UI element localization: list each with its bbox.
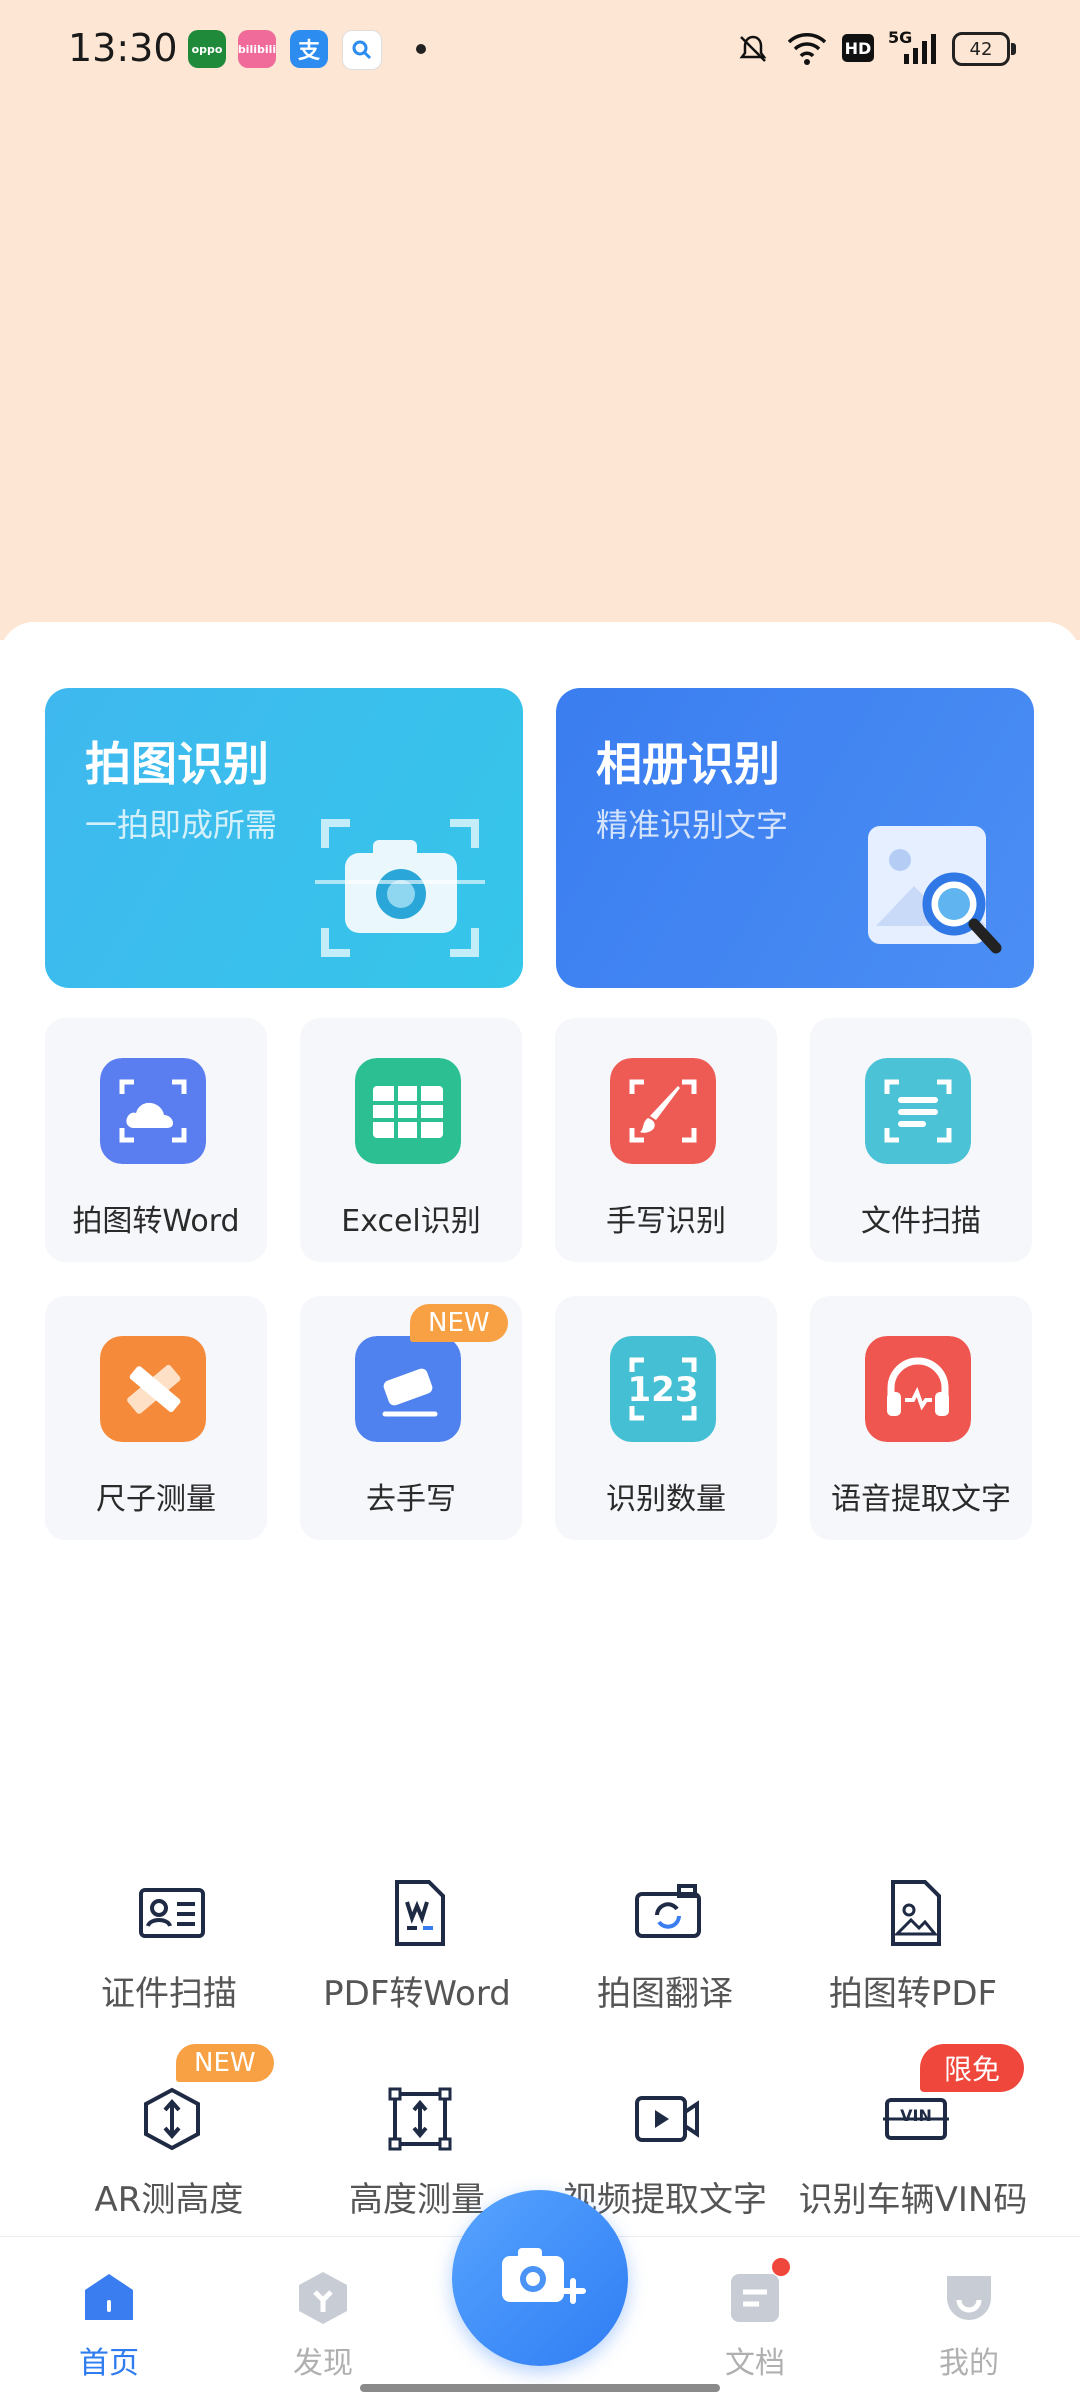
tool-id-scan[interactable]: 证件扫描: [34, 1880, 304, 2050]
tool-label: 证件扫描: [101, 1974, 237, 2014]
document-icon: [731, 2274, 779, 2322]
table-icon: [355, 1058, 461, 1164]
tool-label: 拍图翻译: [597, 1974, 733, 2014]
tool-label: PDF转Word: [323, 1974, 511, 2014]
tile-label: 识别数量: [606, 1482, 726, 1517]
tile-file-scan[interactable]: 文件扫描: [810, 1018, 1032, 1262]
nav-home[interactable]: 首页: [44, 2270, 174, 2390]
card-subtitle: 一拍即成所需: [85, 806, 278, 844]
card-subtitle: 精准识别文字: [596, 806, 789, 844]
card-title: 相册识别: [596, 737, 780, 791]
notification-dot: [416, 44, 426, 54]
tile-label: Excel识别: [341, 1204, 481, 1239]
card-title: 拍图识别: [85, 737, 269, 791]
camera-translate-icon: [635, 1884, 701, 1938]
tool-label: 识别车辆VIN码: [798, 2180, 1028, 2220]
documents-notification-dot: [772, 2258, 790, 2276]
tile-voice-to-text[interactable]: 语音提取文字: [810, 1296, 1032, 1540]
tile-label: 文件扫描: [861, 1204, 981, 1239]
tile-label: 尺子测量: [96, 1482, 216, 1517]
photo-recognition-card[interactable]: 拍图识别 一拍即成所需: [45, 688, 523, 988]
tile-handwriting-recognition[interactable]: 手写识别: [555, 1018, 777, 1262]
tool-label: 拍图转PDF: [828, 1974, 998, 2014]
discover-hexagon-icon: [299, 2272, 347, 2324]
tile-photo-to-word[interactable]: 拍图转Word: [45, 1018, 267, 1262]
height-measure-icon: [388, 2087, 452, 2151]
tool-vin-recognition[interactable]: VIN 识别车辆VIN码: [778, 2086, 1048, 2256]
nav-profile[interactable]: 我的: [904, 2270, 1034, 2390]
mute-bell-icon: [739, 35, 767, 62]
status-time: 13:30: [68, 26, 178, 70]
tool-photo-to-pdf[interactable]: 拍图转PDF: [778, 1880, 1048, 2050]
bilibili-app-icon: bilibili: [238, 30, 276, 68]
album-search-icon: [868, 826, 1002, 954]
album-recognition-card[interactable]: 相册识别 精准识别文字: [556, 688, 1034, 988]
tool-ar-height[interactable]: AR测高度: [34, 2086, 304, 2256]
nav-label: 首页: [79, 2346, 139, 2381]
camera-plus-icon: [502, 2248, 586, 2304]
nav-discover[interactable]: 发现: [258, 2270, 388, 2390]
home-indicator[interactable]: [360, 2384, 720, 2392]
image-file-icon: [891, 1880, 941, 1946]
new-badge: NEW: [410, 1304, 508, 1342]
alipay-app-icon: 支: [290, 30, 328, 68]
signal-icon: [904, 34, 936, 64]
id-card-icon: [139, 1888, 205, 1938]
nav-label: 文档: [725, 2346, 785, 2381]
oppo-app-icon: oppo: [188, 30, 226, 68]
tool-photo-translate[interactable]: 拍图翻译: [530, 1880, 800, 2050]
document-scan-icon: [865, 1058, 971, 1164]
tile-excel-recognition[interactable]: Excel识别: [300, 1018, 522, 1262]
tool-label: AR测高度: [94, 2180, 244, 2220]
new-badge: NEW: [176, 2044, 274, 2082]
ar-cube-icon: [144, 2087, 200, 2151]
video-icon: [635, 2096, 699, 2142]
tool-pdf-to-word[interactable]: PDF转Word: [282, 1880, 552, 2050]
hd-icon: HD: [842, 34, 874, 62]
tile-label: 语音提取文字: [831, 1482, 1011, 1517]
status-bar: 13:30 oppo bilibili 支 HD 5G 42: [0, 0, 1080, 100]
tile-count-recognition[interactable]: 123 识别数量: [555, 1296, 777, 1540]
scan-camera-button[interactable]: [452, 2190, 628, 2366]
tile-label: 去手写: [366, 1482, 456, 1517]
count-123-icon: 123: [610, 1336, 716, 1442]
tile-ruler-measure[interactable]: 尺子测量: [45, 1296, 267, 1540]
headphones-icon: [865, 1336, 971, 1442]
ruler-pencil-icon: [100, 1336, 206, 1442]
vin-scan-icon: VIN: [883, 2086, 949, 2152]
nav-label: 发现: [293, 2346, 353, 2381]
home-icon: [85, 2274, 133, 2320]
brush-icon: [610, 1058, 716, 1164]
profile-smile-icon: [947, 2276, 991, 2320]
wifi-icon: [787, 33, 827, 65]
nav-label: 我的: [939, 2346, 999, 2381]
nav-documents[interactable]: 文档: [690, 2270, 820, 2390]
cloud-scan-icon: [100, 1058, 206, 1164]
word-file-icon: [395, 1880, 445, 1946]
eraser-icon: [355, 1336, 461, 1442]
free-badge: 限免: [920, 2044, 1025, 2092]
battery-indicator: 42: [952, 32, 1016, 66]
tile-label: 手写识别: [606, 1204, 726, 1239]
tile-label: 拍图转Word: [72, 1204, 240, 1239]
camera-icon: [315, 819, 485, 957]
search-app-icon: [342, 30, 382, 70]
